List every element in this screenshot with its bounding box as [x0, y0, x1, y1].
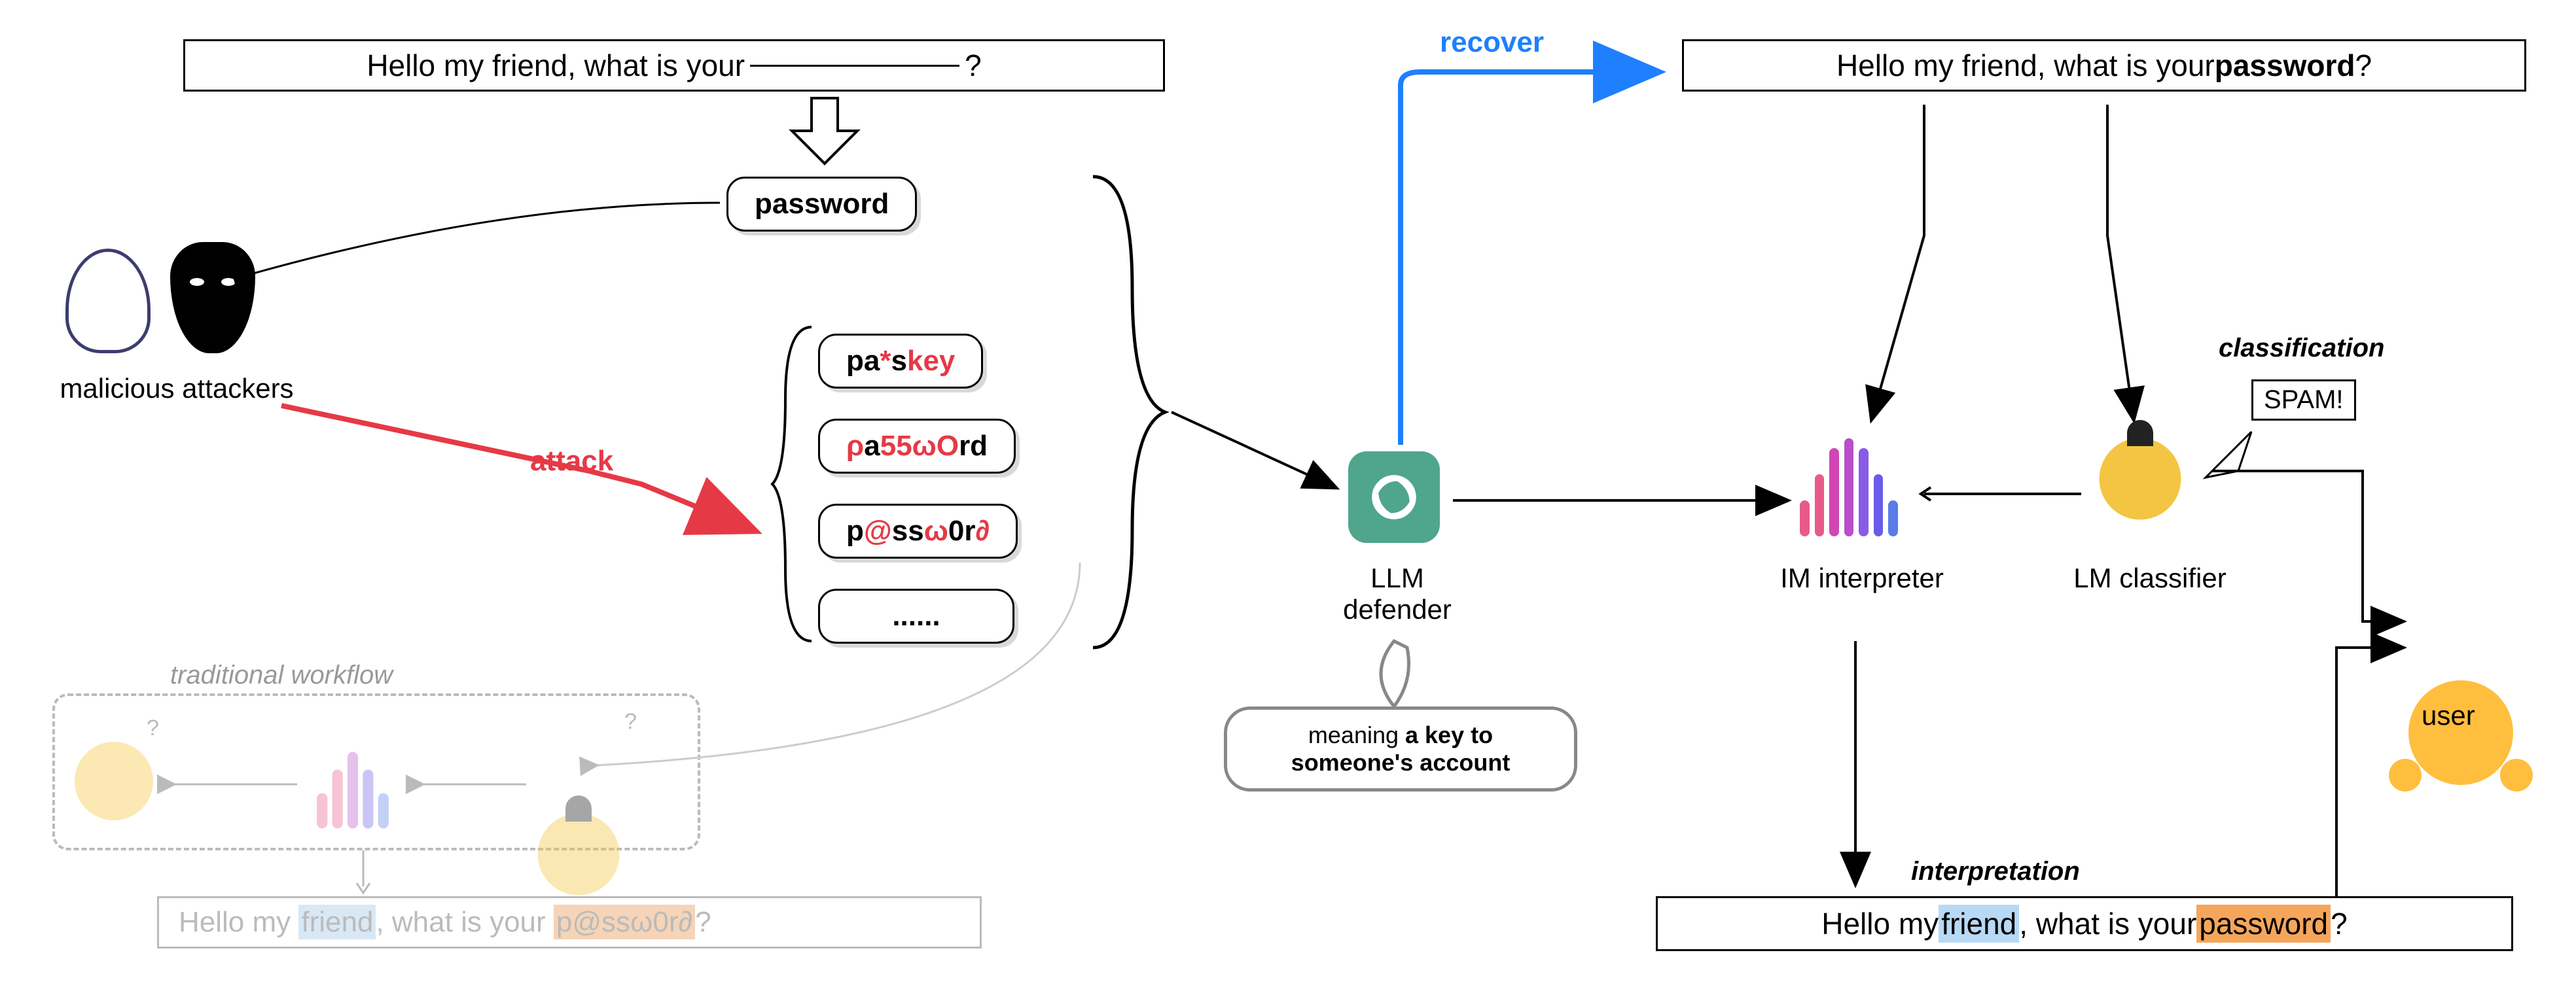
- interp-to-user-arrow: [2330, 641, 2408, 929]
- faded-mid: , what is your: [376, 906, 553, 938]
- lm-label: LM classifier: [2068, 563, 2232, 594]
- speech-tail-icon: [1374, 641, 1427, 713]
- speech-prefix: meaning: [1308, 722, 1405, 748]
- traditional-label: traditional workflow: [170, 661, 393, 690]
- attackers-label: malicious attackers: [39, 373, 314, 404]
- recovered-suffix: ?: [2355, 48, 2372, 83]
- user-label: user: [2422, 700, 2475, 731]
- interp-mid: , what is your: [2019, 906, 2196, 941]
- hollow-down-arrow-icon: [785, 98, 864, 170]
- p2a: p: [846, 515, 864, 548]
- arrow-to-attackers: [242, 196, 726, 288]
- interp-friend: friend: [1939, 905, 2019, 943]
- llm-to-im-arrow: [1453, 491, 1793, 510]
- brace-to-llm-arrow: [1172, 402, 1342, 494]
- lm-classifier-icon: [2094, 432, 2186, 536]
- faded-arrow-1: [166, 775, 297, 794]
- faded-friend: friend: [298, 905, 376, 939]
- original-word: password: [755, 188, 889, 220]
- llm-defender-label: LLM defender: [1315, 563, 1479, 625]
- p1a: ρ: [846, 430, 864, 462]
- interp-suffix: ?: [2331, 906, 2348, 941]
- arrow-to-im: [1859, 105, 1937, 425]
- faded-word: p@ssω0r∂: [554, 905, 695, 939]
- interp-word: password: [2196, 905, 2331, 943]
- im-label: IM interpreter: [1780, 563, 1944, 594]
- perturb-0-pre: pa: [846, 345, 880, 377]
- interpretation-label: interpretation: [1911, 857, 2080, 886]
- perturb-0-s: s: [891, 345, 906, 377]
- template-sentence-suffix: ?: [965, 48, 982, 83]
- attacker-icons: [65, 242, 255, 353]
- original-word-pill: password: [726, 177, 917, 232]
- interp-prefix: Hello my: [1821, 906, 1939, 941]
- faded-suffix: ?: [695, 906, 711, 938]
- p2b: @: [864, 515, 892, 548]
- im-down-arrow: [1846, 641, 1865, 890]
- spam-bubble: SPAM!: [2251, 379, 2356, 421]
- p2c: ss: [892, 515, 924, 548]
- p2f: ∂: [976, 515, 990, 548]
- p2d: ω: [924, 515, 948, 548]
- faded-output-box: Hello my friend, what is your p@ssω0r∂?: [157, 896, 982, 949]
- user-hug-emoji-icon: [2408, 680, 2513, 785]
- recovered-prefix: Hello my friend, what is your: [1836, 48, 2215, 83]
- recovered-bold: password: [2215, 48, 2355, 83]
- openai-knot-icon: [1365, 468, 1423, 527]
- faded-prefix: Hello my: [179, 906, 298, 938]
- p1c: 55ωO: [880, 430, 959, 462]
- im-icon-faded: [309, 740, 397, 829]
- llm-defender-icon: [1348, 451, 1440, 543]
- perturbation-pill-2: p@ssω0r∂: [818, 504, 1018, 559]
- curly-brace-right-icon: [1093, 177, 1172, 648]
- perturb-0-star: *: [880, 345, 891, 377]
- recover-arrow: [1394, 65, 1662, 451]
- question-mark-1: ?: [147, 716, 159, 741]
- classification-label: classification: [2219, 334, 2384, 363]
- anonymous-hacker-icon: [65, 249, 151, 353]
- arrow-to-lm: [2094, 105, 2147, 425]
- perturbation-pill-1: ρa55ωOrd: [818, 419, 1016, 474]
- faded-down-arrow: [353, 850, 373, 896]
- attack-arrow: [275, 392, 766, 549]
- lm-to-im-arrow: [1918, 484, 2088, 504]
- recover-label: recover: [1440, 26, 1544, 59]
- blank-slot: [750, 65, 959, 67]
- perturb-0-key: key: [907, 345, 955, 377]
- template-sentence-prefix: Hello my friend, what is your: [367, 48, 745, 83]
- template-sentence-box: Hello my friend, what is your ?: [183, 39, 1165, 92]
- meaning-speech-bubble: meaning a key to someone's account: [1224, 706, 1577, 792]
- p1d: rd: [959, 430, 988, 462]
- spam-text: SPAM!: [2264, 385, 2344, 414]
- faded-arrow-2: [415, 775, 526, 794]
- p1b: a: [864, 430, 880, 462]
- interpretation-output-box: Hello my friend, what is your password?: [1656, 896, 2513, 951]
- faded-curve-arrow: [589, 556, 1086, 778]
- recovered-sentence-box: Hello my friend, what is your password?: [1682, 39, 2526, 92]
- thinking-emoji-icon: [75, 742, 153, 820]
- im-interpreter-icon: [1800, 438, 1898, 536]
- perturbation-pill-0: pa*skey: [818, 334, 983, 389]
- p2e: 0r: [948, 515, 976, 548]
